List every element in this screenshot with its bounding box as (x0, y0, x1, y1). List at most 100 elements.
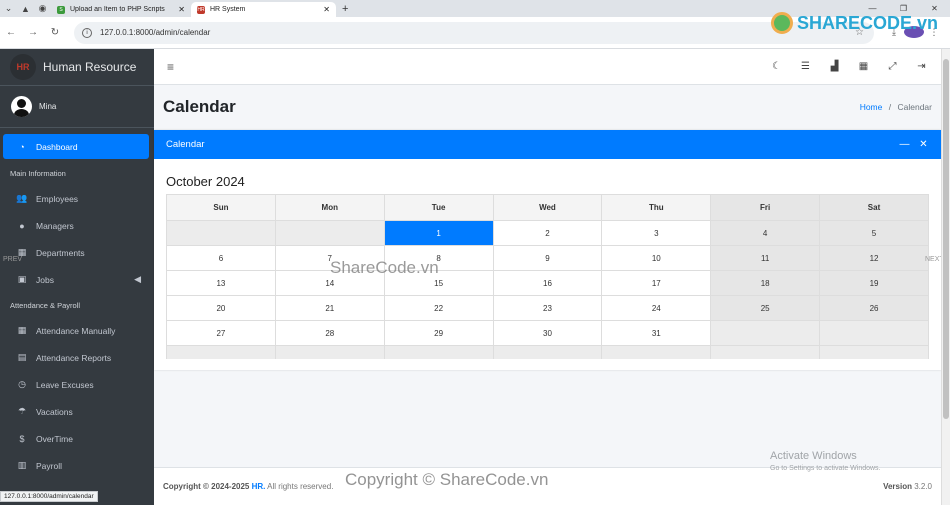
calendar-day-cell[interactable]: 31 (601, 320, 712, 346)
sign-out-icon[interactable]: ⇥ (907, 61, 936, 72)
browser-tab-upload[interactable]: S Upload an Item to PHP Scripts ✕ (51, 2, 191, 17)
sidebar-item-overtime[interactable]: $ OverTime (3, 425, 149, 452)
window-controls: — ❐ ✕ (857, 0, 950, 17)
url-input[interactable]: i 127.0.0.1:8000/admin/calendar ☆ (74, 21, 874, 44)
user-panel[interactable]: Mina (0, 86, 154, 128)
maximize-icon[interactable]: ❐ (888, 4, 919, 13)
sidebar-item-managers[interactable]: ● Managers (3, 212, 149, 239)
page-scrollbar[interactable] (941, 49, 950, 505)
bookmark-star-icon[interactable]: ☆ (855, 27, 864, 38)
calendar-day-cell[interactable]: 15 (383, 270, 494, 296)
calendar-day-cell[interactable]: 12 (819, 245, 929, 271)
calendar-day-cell[interactable]: 22 (383, 295, 494, 321)
browser-status-bar: 127.0.0.1:8000/admin/calendar (0, 491, 98, 502)
new-tab-icon[interactable]: + (342, 3, 348, 15)
minimize-icon[interactable]: — (857, 4, 888, 13)
back-icon[interactable]: ← (0, 27, 22, 38)
sidebar-item-attendance-manually[interactable]: ▦ Attendance Manually (3, 317, 149, 344)
reload-icon[interactable]: ↻ (44, 27, 66, 38)
calendar-day-cell[interactable]: 26 (819, 295, 929, 321)
tab-search-icon[interactable]: ⌄ (0, 0, 17, 17)
calendar-day-cell[interactable]: 5 (819, 220, 929, 246)
calendar-day-cell[interactable]: 27 (166, 320, 276, 346)
calendar-day-cell[interactable]: 11 (710, 245, 821, 271)
browser-tab-hr[interactable]: HR HR System ✕ (191, 2, 336, 17)
close-tab-icon[interactable]: ✕ (178, 5, 185, 14)
breadcrumb-home-link[interactable]: Home (860, 102, 883, 112)
calendar-day-cell[interactable]: 23 (492, 295, 603, 321)
sidebar-item-label: Jobs (36, 274, 54, 285)
browser-tab-bar: ⌄ ▲ ◉ S Upload an Item to PHP Scripts ✕ … (0, 0, 950, 17)
calendar-day-cell[interactable]: 28 (274, 320, 385, 346)
browser-menu-icon[interactable]: ⋮ (924, 27, 944, 38)
calendar-day-cell[interactable]: 8 (383, 245, 494, 271)
moon-icon[interactable]: ☾ (762, 61, 791, 72)
sidebar-item-jobs[interactable]: ▣ Jobs ◀ (3, 266, 149, 293)
tab-title: HR System (210, 6, 246, 13)
calendar-day-cell[interactable]: 7 (274, 245, 385, 271)
sidebar-item-departments[interactable]: ▦ Departments (3, 239, 149, 266)
expand-icon[interactable]: ⤢ (878, 61, 907, 72)
sidebar-item-leave-excuses[interactable]: ◷ Leave Excuses (3, 371, 149, 398)
calendar-day-cell[interactable]: 1 (383, 220, 494, 246)
remove-icon[interactable]: ✕ (914, 139, 933, 150)
calendar-day-cell[interactable]: 2 (492, 220, 603, 246)
calendar-empty-cell (274, 345, 385, 359)
calendar-day-cell[interactable]: 24 (601, 295, 712, 321)
footer-copyright: Copyright © 2024-2025 HR. All rights res… (163, 482, 333, 491)
calendar-day-cell[interactable]: 13 (166, 270, 276, 296)
brand-logo: HR (10, 54, 36, 80)
chart-bar-icon[interactable]: ▟ (820, 61, 849, 72)
calendar-day-cell[interactable]: 3 (601, 220, 712, 246)
calendar-day-cell[interactable]: 25 (710, 295, 821, 321)
calendar-day-cell[interactable]: 16 (492, 270, 603, 296)
calendar-icon[interactable]: ▦ (849, 61, 878, 72)
dashboard-icon: ◔ (19, 141, 25, 152)
sidebar-item-label: OverTime (36, 433, 73, 444)
forward-icon[interactable]: → (22, 27, 44, 38)
profile-avatar[interactable] (904, 25, 924, 40)
brand-link[interactable]: HR Human Resource (0, 49, 154, 86)
calendar-day-cell[interactable]: 17 (601, 270, 712, 296)
footer-brand-link[interactable]: HR. (252, 482, 266, 491)
calendar-day-cell[interactable]: 20 (166, 295, 276, 321)
sidebar-item-label: Employees (36, 193, 79, 204)
hamburger-menu-icon[interactable]: ≡ (167, 60, 174, 74)
calendar-day-cell[interactable]: 18 (710, 270, 821, 296)
calendar-day-cell[interactable]: 29 (383, 320, 494, 346)
close-window-icon[interactable]: ✕ (919, 4, 950, 13)
calendar-day-cell[interactable]: 6 (166, 245, 276, 271)
github-icon[interactable]: ◉ (34, 0, 51, 17)
calendar-day-cell[interactable]: 21 (274, 295, 385, 321)
collapse-icon[interactable]: — (895, 139, 914, 150)
calendar-day-cell[interactable]: 9 (492, 245, 603, 271)
activate-windows-notice: Activate Windows Go to Settings to activ… (770, 450, 881, 472)
calendar-day-cell[interactable]: 4 (710, 220, 821, 246)
site-info-icon[interactable]: i (82, 27, 92, 38)
sidebar-item-attendance-reports[interactable]: ▤ Attendance Reports (3, 344, 149, 371)
list-check-icon[interactable]: ☰ (791, 61, 820, 72)
calendar-empty-cell (601, 345, 712, 359)
sidebar-item-dashboard[interactable]: ◔ Dashboard (3, 134, 149, 159)
calendar-day-cell[interactable]: 19 (819, 270, 929, 296)
footer-rights: All rights reserved. (267, 482, 334, 491)
download-icon[interactable]: ⤓ (884, 27, 904, 38)
scrollbar-thumb[interactable] (943, 59, 949, 419)
calendar-prev-label[interactable]: PREV (3, 256, 22, 263)
tab-title: Upload an Item to PHP Scripts (70, 6, 165, 13)
weekday-header: Wed (492, 194, 603, 221)
sidebar-menu: ◔ Dashboard Main Information 👥 Employees… (0, 128, 154, 479)
sharecode-favicon-icon: S (57, 5, 65, 14)
calendar-day-cell[interactable]: 10 (601, 245, 712, 271)
user-name: Mina (39, 102, 57, 111)
calendar-day-cell[interactable]: 30 (492, 320, 603, 346)
close-tab-icon[interactable]: ✕ (323, 5, 330, 14)
file-icon: ▤ (17, 352, 27, 362)
sidebar-item-employees[interactable]: 👥 Employees (3, 185, 149, 212)
calendar-day-cell[interactable]: 14 (274, 270, 385, 296)
sidebar-item-payroll[interactable]: ▥ Payroll (3, 452, 149, 479)
sidebar-item-vacations[interactable]: ☂ Vacations (3, 398, 149, 425)
calendar-grid: Sun Mon Tue Wed Thu Fri Sat 1 2 3 4 5 6 7 8 9 10 1… (166, 194, 929, 359)
calendar-card: Calendar — ✕ October 2024 Sun Mon Tue We… (154, 130, 941, 370)
pinned-tab-icon[interactable]: ▲ (17, 0, 34, 17)
